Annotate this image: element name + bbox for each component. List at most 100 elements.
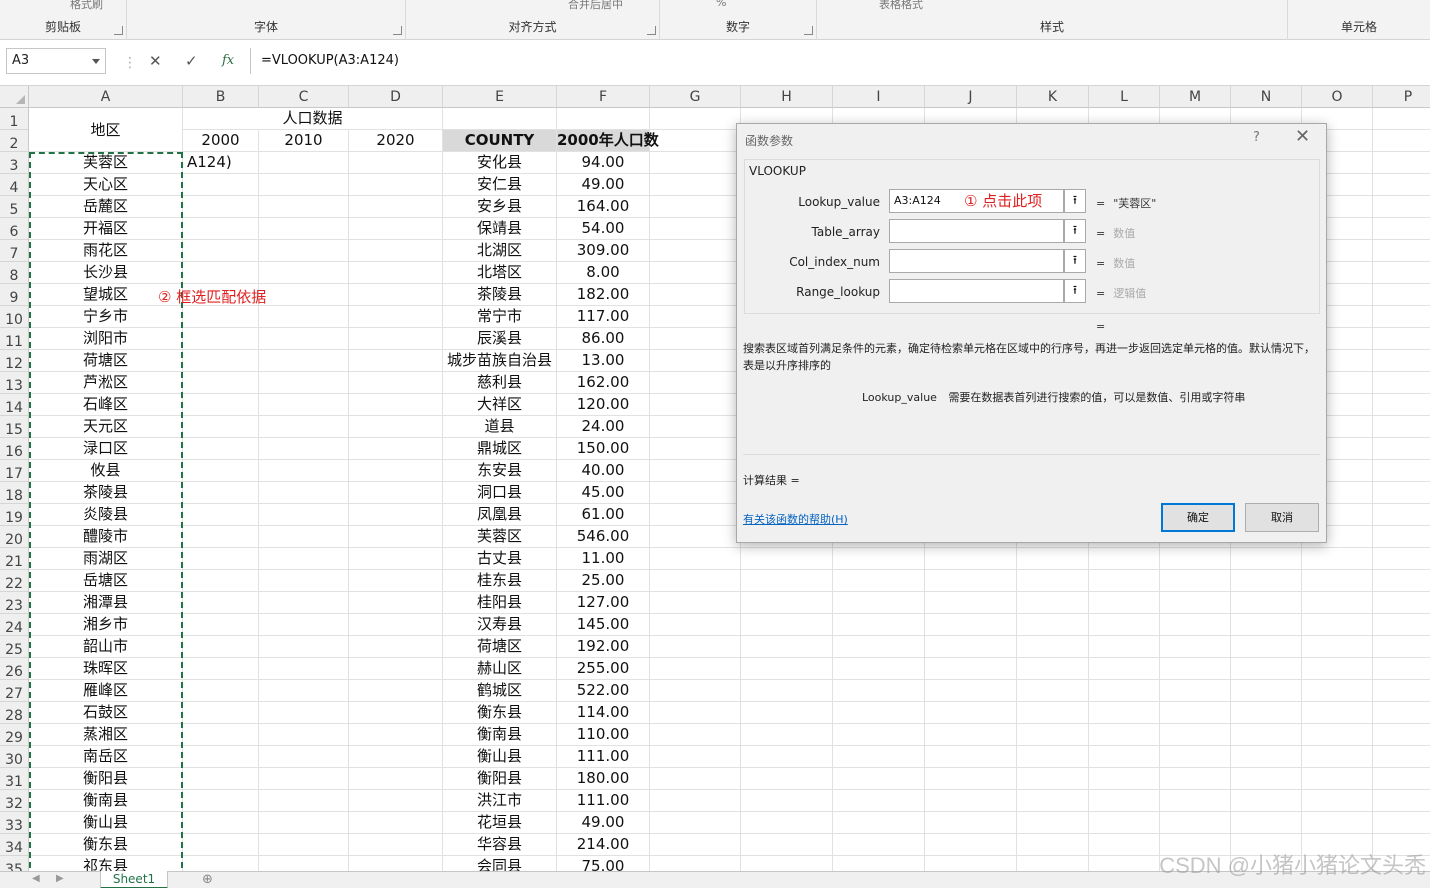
cell-population[interactable]: 54.00 <box>557 218 650 240</box>
cell[interactable] <box>741 592 833 614</box>
cell-region[interactable]: 石鼓区 <box>29 702 183 724</box>
cell[interactable] <box>1302 592 1373 614</box>
row-header[interactable]: 33 <box>0 812 29 834</box>
cell[interactable] <box>1017 548 1089 570</box>
scroll-left-icon[interactable]: ◀ <box>32 873 40 884</box>
row-header[interactable]: 29 <box>0 724 29 746</box>
cell[interactable] <box>259 636 349 658</box>
cell-county[interactable]: 华容县 <box>443 834 557 856</box>
cell-county[interactable]: 茶陵县 <box>443 284 557 306</box>
cell[interactable] <box>259 284 349 306</box>
cell[interactable] <box>1373 460 1430 482</box>
cell-population[interactable]: 180.00 <box>557 768 650 790</box>
cell-population[interactable]: 309.00 <box>557 240 650 262</box>
cell[interactable] <box>183 548 259 570</box>
cell[interactable] <box>1231 768 1302 790</box>
row-header[interactable]: 17 <box>0 460 29 482</box>
cell[interactable] <box>925 724 1017 746</box>
cell[interactable] <box>741 614 833 636</box>
cell[interactable] <box>925 658 1017 680</box>
cell[interactable] <box>183 504 259 526</box>
row-header[interactable]: 6 <box>0 218 29 240</box>
cell[interactable] <box>1160 548 1231 570</box>
cell[interactable] <box>349 724 443 746</box>
cell[interactable] <box>1160 702 1231 724</box>
format-as-table-label[interactable]: 表格格式 <box>879 0 923 12</box>
cell[interactable] <box>833 680 925 702</box>
cell[interactable] <box>259 592 349 614</box>
cell-region[interactable]: 荷塘区 <box>29 350 183 372</box>
cell[interactable] <box>349 394 443 416</box>
cell-population[interactable]: 522.00 <box>557 680 650 702</box>
column-header-f[interactable]: F <box>557 86 650 108</box>
cell[interactable] <box>259 262 349 284</box>
cell-year[interactable]: 2010 <box>259 130 349 152</box>
cell[interactable] <box>259 680 349 702</box>
cell[interactable] <box>349 834 443 856</box>
cell[interactable] <box>259 724 349 746</box>
cell[interactable] <box>259 768 349 790</box>
cell[interactable] <box>1089 680 1160 702</box>
cell[interactable] <box>650 262 741 284</box>
cell-county[interactable]: 洪江市 <box>443 790 557 812</box>
cell-region[interactable]: 韶山市 <box>29 636 183 658</box>
cell[interactable] <box>1160 790 1231 812</box>
cell[interactable] <box>1089 570 1160 592</box>
cell-county[interactable]: 衡南县 <box>443 724 557 746</box>
cell[interactable] <box>650 812 741 834</box>
cell[interactable] <box>1160 812 1231 834</box>
cell[interactable] <box>925 812 1017 834</box>
row-header[interactable]: 23 <box>0 592 29 614</box>
cell-population[interactable]: 24.00 <box>557 416 650 438</box>
cell[interactable] <box>833 724 925 746</box>
cell[interactable] <box>650 790 741 812</box>
cell[interactable] <box>1017 724 1089 746</box>
cell[interactable] <box>1160 746 1231 768</box>
cell[interactable] <box>1089 790 1160 812</box>
cell[interactable] <box>259 328 349 350</box>
cell[interactable] <box>349 196 443 218</box>
cell[interactable] <box>1017 592 1089 614</box>
cell-region[interactable]: 雨花区 <box>29 240 183 262</box>
cell-population[interactable]: 117.00 <box>557 306 650 328</box>
cell[interactable] <box>650 152 741 174</box>
cell-county[interactable]: 慈利县 <box>443 372 557 394</box>
cell[interactable] <box>349 372 443 394</box>
cell[interactable] <box>1160 768 1231 790</box>
cell[interactable] <box>259 152 349 174</box>
cell-region[interactable]: 珠晖区 <box>29 658 183 680</box>
cell-county[interactable]: 洞口县 <box>443 482 557 504</box>
cell[interactable] <box>183 658 259 680</box>
column-header-m[interactable]: M <box>1160 86 1231 108</box>
cell[interactable] <box>259 570 349 592</box>
cell[interactable] <box>650 394 741 416</box>
sheet-tab[interactable]: Sheet1 <box>100 871 168 888</box>
cell[interactable] <box>183 218 259 240</box>
collapse-dialog-icon[interactable]: ⭱ <box>1064 189 1086 213</box>
cell[interactable] <box>833 812 925 834</box>
cell-county[interactable]: 花垣县 <box>443 812 557 834</box>
cell-county[interactable]: 凤凰县 <box>443 504 557 526</box>
cell[interactable] <box>349 262 443 284</box>
cell-county[interactable]: 荷塘区 <box>443 636 557 658</box>
cell-county[interactable]: 安仁县 <box>443 174 557 196</box>
cell[interactable] <box>650 416 741 438</box>
row-header[interactable]: 1 <box>0 108 29 130</box>
cell[interactable] <box>349 504 443 526</box>
cell[interactable] <box>183 262 259 284</box>
select-all-corner[interactable] <box>0 86 29 108</box>
cell[interactable] <box>1302 636 1373 658</box>
cell[interactable] <box>183 636 259 658</box>
cell[interactable] <box>1373 636 1430 658</box>
cell[interactable] <box>259 460 349 482</box>
cell[interactable] <box>650 768 741 790</box>
cell[interactable] <box>1160 614 1231 636</box>
cell[interactable] <box>349 482 443 504</box>
cell[interactable] <box>741 680 833 702</box>
cell-region[interactable]: 衡南县 <box>29 790 183 812</box>
cell[interactable] <box>349 702 443 724</box>
cell-region[interactable]: 茶陵县 <box>29 482 183 504</box>
cell-county[interactable]: 辰溪县 <box>443 328 557 350</box>
cell[interactable] <box>1231 548 1302 570</box>
cell[interactable] <box>259 350 349 372</box>
